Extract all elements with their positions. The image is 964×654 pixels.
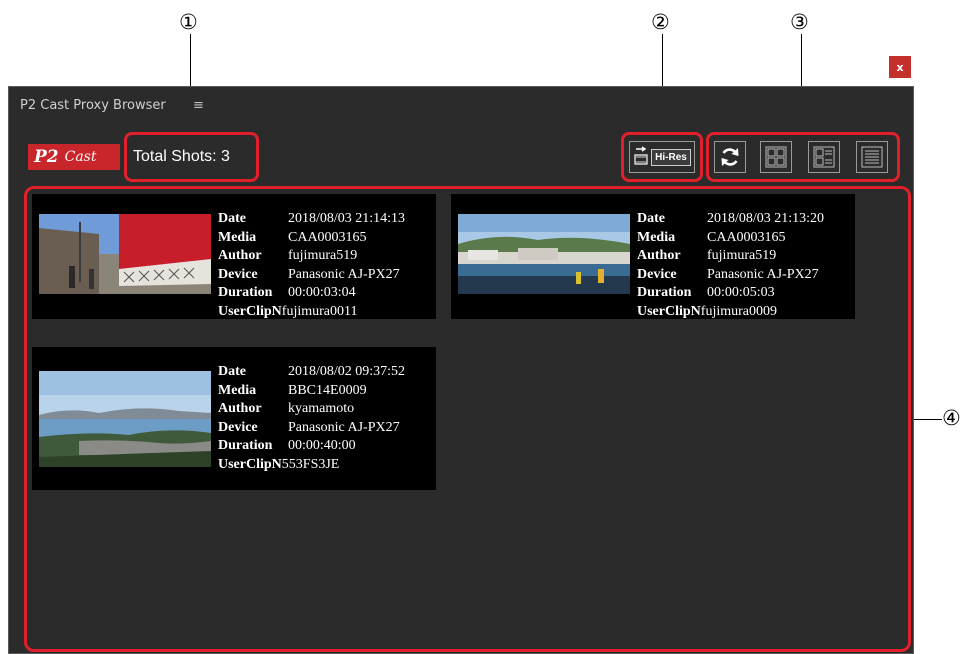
panel-menu-icon[interactable]: ≡ — [193, 98, 204, 113]
clip-author: kyamamoto — [288, 401, 355, 416]
clip-device: Panasonic AJ-PX27 — [288, 266, 400, 282]
media-label: Media — [218, 229, 257, 245]
logo-cast-text: Cast — [64, 149, 97, 165]
clip-duration: 00:00:03:04 — [288, 285, 356, 300]
userclip-label: UserClipN — [218, 303, 282, 319]
clip-media: BBC14E0009 — [288, 382, 367, 398]
clip-duration: 00:00:05:03 — [707, 285, 775, 300]
clip-media: CAA0003165 — [288, 229, 367, 245]
clip-device: Panasonic AJ-PX27 — [707, 266, 819, 282]
clip-media: CAA0003165 — [707, 229, 786, 245]
clip-metadata: Date 2018/08/03 21:14:13 Media CAA0003165 … — [218, 210, 422, 321]
clip-thumbnail[interactable] — [39, 214, 211, 294]
device-label: Device — [637, 266, 677, 282]
date-label: Date — [218, 211, 246, 226]
date-label: Date — [637, 211, 665, 226]
clip-userclip: fujimura0009 — [700, 303, 777, 319]
clip-metadata: Date 2018/08/02 09:37:52 Media BBC14E0009 … — [218, 363, 422, 474]
clip-date: 2018/08/03 21:14:13 — [288, 211, 406, 226]
highlight-total-shots — [124, 132, 259, 182]
clip-date: 2018/08/02 09:37:52 — [288, 364, 406, 379]
callout-4-line — [910, 419, 942, 420]
clip-device: Panasonic AJ-PX27 — [288, 419, 400, 435]
media-label: Media — [637, 229, 676, 245]
callout-1: ① — [179, 10, 198, 34]
p2cast-logo: P2 Cast — [28, 144, 120, 170]
clip-metadata: Date 2018/08/03 21:13:20 Media CAA0003165 … — [637, 210, 841, 321]
highlight-view-buttons — [706, 132, 900, 182]
panel-title: P2 Cast Proxy Browser — [20, 98, 166, 113]
clip-author: fujimura519 — [288, 248, 358, 263]
highlight-hires — [621, 132, 703, 182]
userclip-label: UserClipN — [218, 456, 282, 472]
clip-thumbnail[interactable] — [458, 214, 630, 294]
duration-label: Duration — [218, 285, 273, 300]
clip-thumbnail[interactable] — [39, 371, 211, 467]
close-button[interactable]: x — [889, 56, 911, 78]
clip-card[interactable]: Date 2018/08/03 21:13:20 Media CAA0003165 … — [451, 194, 855, 319]
device-label: Device — [218, 419, 258, 435]
clip-card[interactable]: Date 2018/08/02 09:37:52 Media BBC14E0009 … — [32, 347, 436, 490]
date-label: Date — [218, 364, 246, 379]
duration-label: Duration — [218, 438, 273, 453]
clip-userclip: fujimura0011 — [281, 303, 358, 319]
clip-userclip: 553FS3JE — [281, 456, 340, 472]
callout-2: ② — [651, 10, 670, 34]
clip-card[interactable]: Date 2018/08/03 21:14:13 Media CAA0003165 … — [32, 194, 436, 319]
userclip-label: UserClipN — [637, 303, 701, 319]
author-label: Author — [218, 248, 262, 263]
clip-duration: 00:00:40:00 — [288, 438, 356, 453]
clip-author: fujimura519 — [707, 248, 777, 263]
device-label: Device — [218, 266, 258, 282]
callout-4: ④ — [942, 406, 961, 430]
logo-p2-text: P2 — [34, 147, 59, 167]
callout-3: ③ — [790, 10, 809, 34]
clip-date: 2018/08/03 21:13:20 — [707, 211, 825, 226]
author-label: Author — [218, 401, 262, 416]
duration-label: Duration — [637, 285, 692, 300]
media-label: Media — [218, 382, 257, 398]
author-label: Author — [637, 248, 681, 263]
